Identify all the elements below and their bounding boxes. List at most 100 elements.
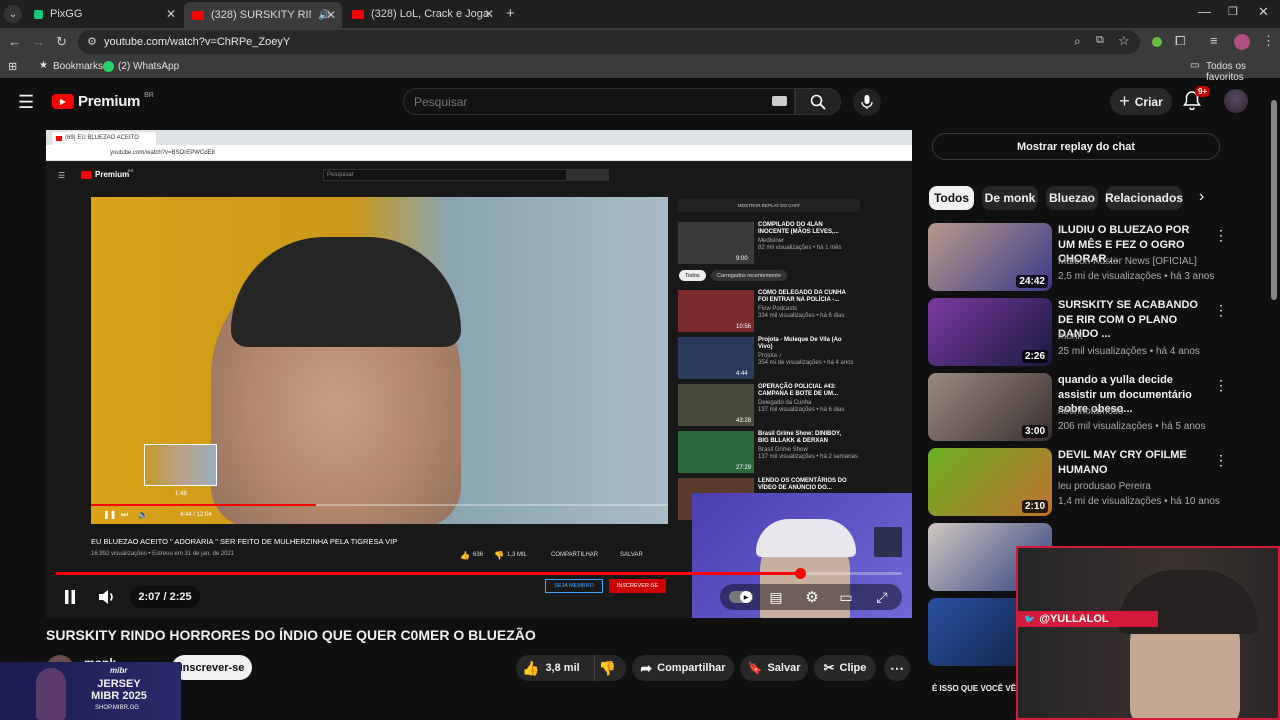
like-button[interactable]: 👍 3,8 mil [522, 655, 588, 681]
new-tab-button[interactable]: + [506, 5, 515, 22]
tab-search-button[interactable]: ⌄ [4, 5, 22, 23]
recommendation-channel[interactable]: Maicon Küster News [OFICIAL] [1058, 256, 1197, 267]
extension-icon[interactable] [1152, 37, 1162, 47]
keyboard-icon[interactable] [772, 96, 787, 106]
more-actions-button[interactable]: ⋯ [884, 655, 910, 681]
whatsapp-bookmark-link[interactable]: (2) WhatsApp [118, 61, 179, 72]
embedded-chip: Carregados recentemente [711, 270, 787, 281]
minimize-button[interactable]: — [1198, 4, 1211, 19]
browser-tab-lol[interactable]: (328) LoL, Crack e Jogar a Vô d ✕ [344, 4, 500, 24]
more-options-icon[interactable]: ⋮ [1214, 377, 1228, 394]
browser-tab-strip: ⌄ PixGG ✕ (328) SURSKITY RINDO HO 🔊 ✕ (3… [0, 0, 1280, 28]
subtitles-button[interactable]: ▤ [766, 587, 786, 607]
extensions-puzzle-icon[interactable]: ⧠ [1175, 33, 1185, 49]
recommendation-channel[interactable]: leu produsao Pereira [1058, 481, 1151, 492]
subscribe-label: Inscrever-se [179, 661, 245, 674]
twitter-icon: 🐦 [1024, 613, 1036, 624]
ad-url: SHOP.MIBR.GG [95, 705, 139, 711]
chip-relacionados[interactable]: Relacionados [1105, 186, 1183, 210]
player-progress-track[interactable] [56, 568, 902, 579]
media-control-icon[interactable]: ≡ [1210, 33, 1218, 48]
autoplay-toggle[interactable]: ▶ [729, 591, 753, 603]
browser-menu-icon[interactable]: ⋮ [1262, 33, 1275, 49]
twitter-handle: @YULLALOL [1039, 613, 1109, 625]
share-button[interactable]: ➦ Compartilhar [632, 655, 734, 681]
tab-title: (328) SURSKITY RINDO HO [211, 9, 311, 21]
close-tab-icon[interactable]: ✕ [484, 7, 494, 21]
search-input[interactable] [414, 93, 754, 110]
address-bar[interactable]: ⚙ youtube.com/watch?v=ChRPe_ZoeyY ⌕ ⧉ ☆ [78, 30, 1140, 54]
recommendation-item[interactable]: 2:26 SURSKITY SE ACABANDO DE RIR COM O P… [928, 298, 1268, 368]
url-text[interactable]: youtube.com/watch?v=ChRPe_ZoeyY [104, 36, 290, 48]
embedded-rec-title: COMPILADO DO 4LAN INOCENTE (MÃOS LEVES,.… [758, 222, 839, 235]
hamburger-menu-icon[interactable]: ☰ [18, 92, 34, 113]
close-tab-icon[interactable]: ✕ [166, 7, 176, 21]
fullscreen-button[interactable]: ⤢ [872, 587, 892, 607]
browser-tab-surskity[interactable]: (328) SURSKITY RINDO HO 🔊 ✕ [184, 2, 342, 28]
browser-tab-pixgg[interactable]: PixGG ✕ [26, 4, 182, 24]
twitter-handle-label: 🐦 @YULLALOL [1018, 611, 1158, 627]
close-window-button[interactable]: ✕ [1258, 4, 1269, 20]
page-scrollbar[interactable] [1271, 100, 1277, 300]
settings-button[interactable]: ⚙ [802, 587, 822, 607]
recommendation-thumbnail[interactable]: 2:26 [928, 298, 1052, 366]
embedded-member-label: SEJA MEMBRO [554, 583, 594, 589]
recommendation-thumbnail[interactable]: 24:42 [928, 223, 1052, 291]
bookmarks-bar: ⊞ ★ Bookmarks (2) WhatsApp ▭ Todos os fa… [0, 56, 1280, 83]
site-info-icon[interactable]: ⚙ [87, 35, 97, 48]
recommendation-thumbnail[interactable]: 2:10 [928, 448, 1052, 516]
zoom-icon[interactable]: ⌕ [1074, 34, 1081, 49]
chips-next-arrow-icon[interactable]: › [1199, 188, 1204, 206]
reload-icon[interactable]: ↻ [56, 34, 67, 50]
embedded-search: Pesquisar [323, 169, 567, 181]
dislike-button[interactable]: 👎 [594, 655, 620, 681]
forward-arrow-icon[interactable]: → [32, 34, 45, 49]
recommendation-item[interactable]: 3:00 quando a yulla decide assistir um d… [928, 373, 1268, 443]
more-options-icon[interactable]: ⋮ [1214, 452, 1228, 469]
youtube-logo[interactable]: ▶ Premium BR [52, 92, 154, 110]
share-label: Compartilhar [657, 662, 726, 674]
recommendation-thumbnail[interactable]: 3:00 [928, 373, 1052, 441]
voice-search-button[interactable] [853, 88, 881, 116]
subscribe-button[interactable]: Inscrever-se [172, 655, 252, 680]
install-app-icon[interactable]: ⧉ [1096, 34, 1104, 47]
recommendation-title[interactable]: DEVIL MAY CRY OFILME HUMANO [1058, 448, 1208, 477]
profile-avatar[interactable] [1234, 34, 1250, 50]
theater-mode-button[interactable]: ▭ [836, 587, 856, 607]
embedded-share: COMPARTILHAR [551, 552, 599, 558]
bookmark-star-icon[interactable]: ☆ [1118, 33, 1130, 49]
close-tab-icon[interactable]: ✕ [326, 8, 336, 22]
embedded-volume-icon: 🔈 [138, 510, 148, 519]
search-box[interactable] [403, 88, 795, 115]
more-options-icon[interactable]: ⋮ [1214, 302, 1228, 319]
back-arrow-icon[interactable]: ← [8, 34, 21, 49]
embedded-member-button: SEJA MEMBRO [545, 579, 603, 593]
chip-bluezao[interactable]: Bluezao [1046, 186, 1098, 210]
chip-de-monk[interactable]: De monk [982, 186, 1038, 210]
bookmarks-folder-link[interactable]: Bookmarks [53, 61, 103, 72]
video-player[interactable]: (69) EU BLUEZAO ACEITO youtube.com/watch… [46, 130, 912, 618]
embedded-tab-title: (69) EU BLUEZAO ACEITO [65, 135, 139, 141]
autoplay-play-icon: ▶ [740, 591, 752, 603]
recommendation-item[interactable]: 2:10 DEVIL MAY CRY OFILME HUMANO leu pro… [928, 448, 1268, 518]
recommendation-item[interactable]: 24:42 ILUDIU O BLUEZAO POR UM MÊS E FEZ … [928, 223, 1268, 293]
chip-todos[interactable]: Todos [929, 186, 974, 210]
more-options-icon[interactable]: ⋮ [1214, 227, 1228, 244]
chat-replay-button[interactable]: Mostrar replay do chat [932, 133, 1220, 160]
recommendation-channel[interactable]: netinhofamoso [1058, 406, 1124, 417]
volume-button[interactable] [96, 586, 118, 608]
clip-button[interactable]: ✂ Clipe [814, 655, 876, 681]
apps-grid-icon[interactable]: ⊞ [8, 60, 17, 73]
embedded-url: youtube.com/watch?v=BSOrEPWCdE8 [110, 150, 215, 156]
account-avatar[interactable] [1224, 89, 1248, 113]
embedded-progress-fill [91, 504, 317, 506]
restore-button[interactable]: ❐ [1228, 5, 1238, 18]
play-pause-button[interactable] [60, 586, 80, 608]
notifications-button[interactable]: 9+ [1183, 86, 1211, 113]
video-duration-badge: 2:26 [1021, 350, 1048, 363]
create-button[interactable]: + Criar [1110, 88, 1172, 115]
recommendation-channel[interactable]: monk [1058, 331, 1082, 342]
search-button[interactable] [795, 88, 841, 115]
save-button[interactable]: 🔖 Salvar [740, 655, 808, 681]
video-duration-badge: 3:00 [1021, 425, 1048, 438]
